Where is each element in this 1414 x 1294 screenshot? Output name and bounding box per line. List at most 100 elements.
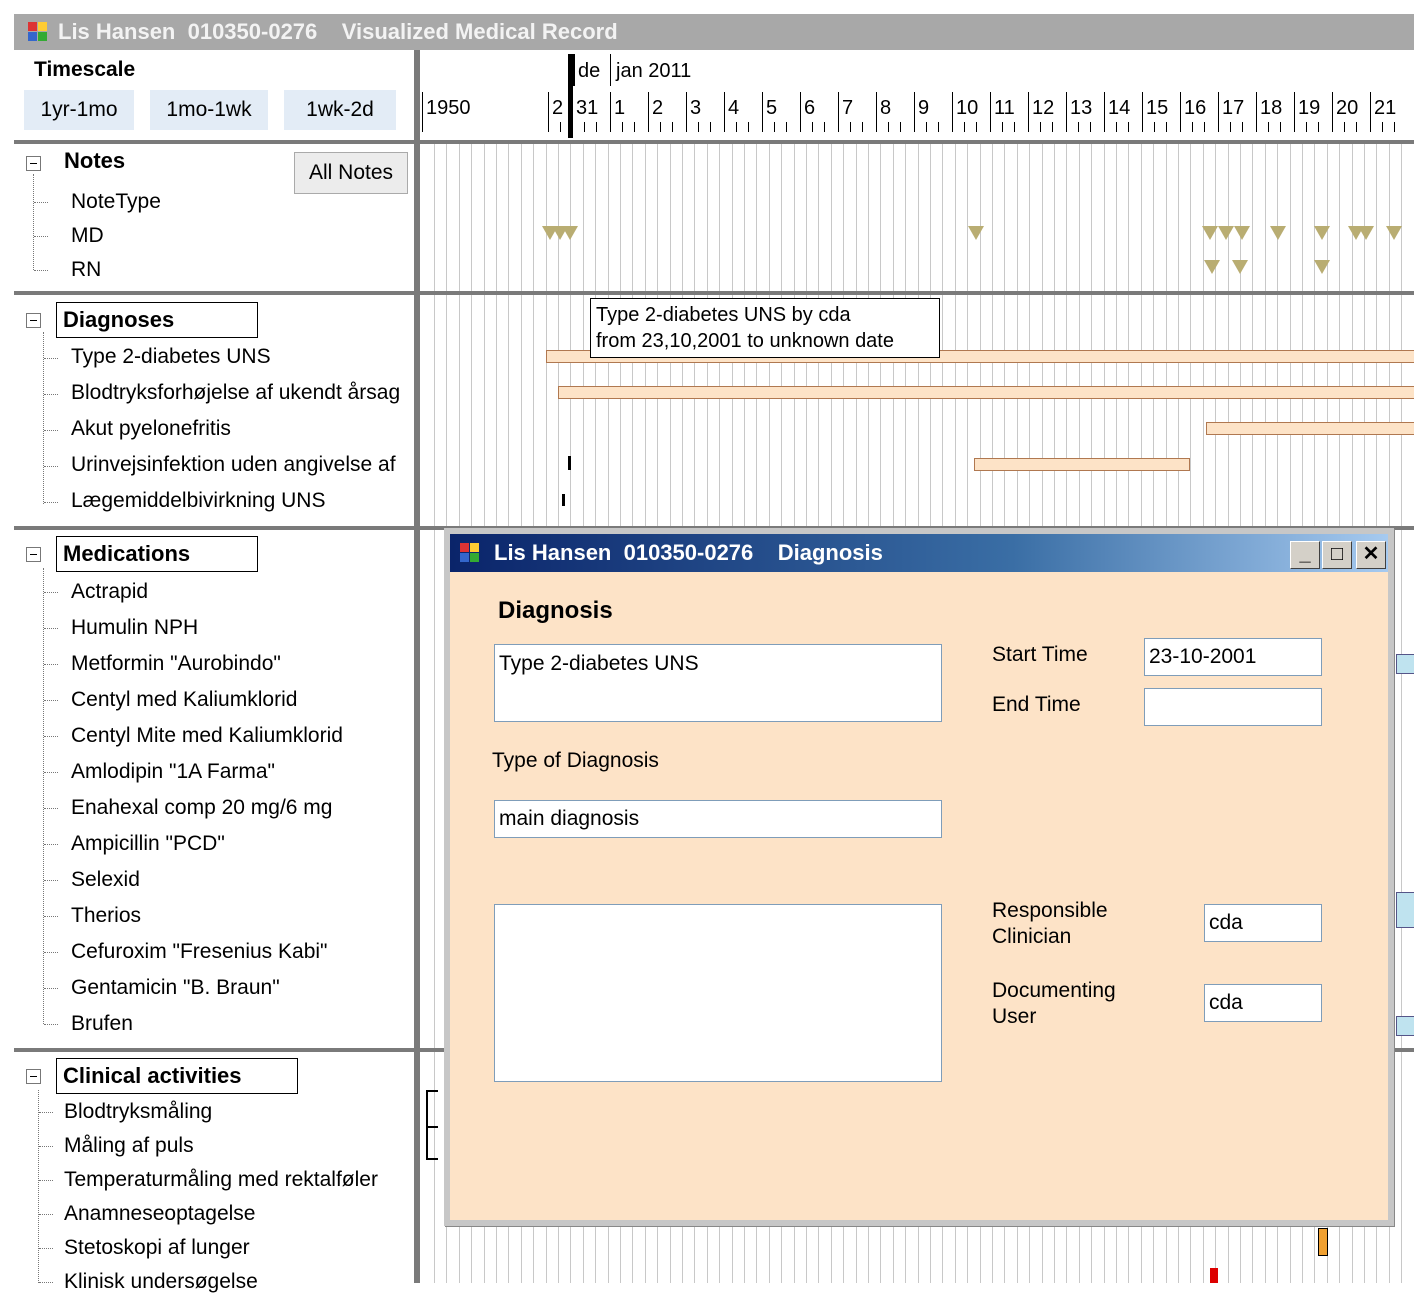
close-button[interactable]: ✕: [1356, 541, 1386, 569]
diagnosis-item[interactable]: Type 2-diabetes UNS: [71, 345, 271, 369]
tooltip-line-2: from 23,10,2001 to unknown date: [596, 330, 894, 352]
medication-item[interactable]: Ampicillin "PCD": [71, 832, 225, 856]
header-tick: [1280, 122, 1281, 132]
note-marker-icon[interactable]: [1232, 260, 1248, 274]
tree-connector: [44, 592, 58, 593]
main-window-title-bar[interactable]: Lis Hansen 010350-0276 Visualized Medica…: [14, 14, 1414, 50]
notes-item-notetype[interactable]: NoteType: [71, 190, 161, 214]
notes-textarea[interactable]: [494, 904, 942, 1082]
note-marker-icon[interactable]: [1270, 226, 1286, 240]
minimize-button[interactable]: _: [1290, 541, 1320, 569]
all-notes-button[interactable]: All Notes: [294, 152, 408, 194]
medication-item[interactable]: Brufen: [71, 1012, 133, 1036]
type-of-diagnosis-field[interactable]: main diagnosis: [494, 800, 942, 838]
header-tick: [926, 122, 927, 132]
medication-item[interactable]: Humulin NPH: [71, 616, 198, 640]
diagnosis-item[interactable]: Lægemiddelbivirkning UNS: [71, 489, 325, 513]
header-tick: [786, 122, 787, 132]
maximize-button[interactable]: □: [1322, 541, 1352, 569]
header-column-line: [1218, 92, 1219, 132]
day-label: 20: [1336, 97, 1359, 119]
diagnosis-bar-pyelonefritis[interactable]: [1206, 422, 1414, 435]
timescale-1mo-1wk-button[interactable]: 1mo-1wk: [150, 90, 268, 130]
activity-mark-bracket[interactable]: [426, 1128, 438, 1160]
diagnosis-item[interactable]: Blodtryksforhøjelse af ukendt årsag: [71, 381, 416, 405]
activity-mark-bracket[interactable]: [426, 1090, 438, 1128]
dialog-title-bar[interactable]: Lis Hansen 010350-0276 Diagnosis _ □ ✕: [450, 534, 1388, 572]
section-divider: [14, 291, 416, 295]
header-column-line: [990, 92, 991, 132]
day-label: 9: [918, 97, 930, 119]
note-marker-icon[interactable]: [562, 226, 578, 240]
diagnosis-item[interactable]: Akut pyelonefritis: [71, 417, 231, 441]
medications-collapse-icon[interactable]: [26, 547, 41, 562]
medication-item[interactable]: Therios: [71, 904, 141, 928]
responsible-clinician-field[interactable]: cda: [1204, 904, 1322, 942]
diagnosis-bar-blodtryk[interactable]: [558, 386, 1414, 399]
documenting-user-field[interactable]: cda: [1204, 984, 1322, 1022]
day-label: 1: [614, 97, 626, 119]
medication-bar-fragment[interactable]: [1396, 1016, 1414, 1036]
diagnosis-marker-uvi-point[interactable]: [568, 456, 571, 470]
tree-connector: [44, 808, 58, 809]
note-marker-icon[interactable]: [1204, 260, 1220, 274]
documenting-user-label-line1: Documenting: [992, 979, 1116, 1002]
diagnosis-bar-urinvejsinfektion[interactable]: [974, 458, 1190, 471]
activity-mark-red[interactable]: [1210, 1268, 1218, 1283]
tree-connector: [33, 174, 34, 270]
note-marker-icon[interactable]: [1386, 226, 1402, 240]
diagnosis-item[interactable]: Urinvejsinfektion uden angivelse af: [71, 453, 416, 477]
header-tick: [1268, 122, 1269, 132]
medication-item[interactable]: Amlodipin "1A Farma": [71, 760, 275, 784]
note-marker-icon[interactable]: [968, 226, 984, 240]
medication-item[interactable]: Cefuroxim "Fresenius Kabi": [71, 940, 328, 964]
clinical-activity-item[interactable]: Stetoskopi af lunger: [64, 1236, 250, 1260]
activity-mark-orange[interactable]: [1318, 1228, 1328, 1256]
note-marker-icon[interactable]: [1314, 226, 1330, 240]
note-marker-icon[interactable]: [1358, 226, 1374, 240]
start-time-field[interactable]: 23-10-2001: [1144, 638, 1322, 676]
diagnosis-name-field[interactable]: Type 2-diabetes UNS: [494, 644, 942, 722]
clinical-activity-item[interactable]: Blodtryksmåling: [64, 1100, 212, 1124]
day-label: 14: [1108, 97, 1131, 119]
tooltip-line-1: Type 2-diabetes UNS by cda: [596, 304, 851, 326]
notes-item-md[interactable]: MD: [71, 224, 104, 248]
clinical-activity-item[interactable]: Klinisk undersøgelse: [64, 1270, 258, 1294]
app-icon: [28, 22, 48, 42]
notes-collapse-icon[interactable]: [26, 156, 41, 171]
header-tick: [634, 122, 635, 132]
medication-item[interactable]: Centyl Mite med Kaliumklorid: [71, 724, 343, 748]
day-label: 16: [1184, 97, 1207, 119]
clinical-activity-item[interactable]: Anamneseoptagelse: [64, 1202, 255, 1226]
medication-item[interactable]: Actrapid: [71, 580, 148, 604]
clinical-activity-item[interactable]: Måling af puls: [64, 1134, 194, 1158]
note-marker-icon[interactable]: [1202, 226, 1218, 240]
header-column-line: [648, 92, 649, 132]
clinical-activities-collapse-icon[interactable]: [26, 1069, 41, 1084]
timescale-1wk-2d-button[interactable]: 1wk-2d: [284, 90, 396, 130]
timescale-1yr-1mo-button[interactable]: 1yr-1mo: [24, 90, 134, 130]
medication-item[interactable]: Gentamicin "B. Braun": [71, 976, 280, 1000]
medication-item[interactable]: Enahexal comp 20 mg/6 mg: [71, 796, 332, 820]
medication-bar-fragment[interactable]: [1396, 892, 1414, 928]
medication-bar-fragment[interactable]: [1396, 654, 1414, 674]
day-label: 6: [804, 97, 816, 119]
tree-connector: [39, 1248, 53, 1249]
header-column-line: [1294, 92, 1295, 132]
day-label: 19: [1298, 97, 1321, 119]
notes-item-rn[interactable]: RN: [71, 258, 101, 282]
note-marker-icon[interactable]: [1314, 260, 1330, 274]
medication-item[interactable]: Centyl med Kaliumklorid: [71, 688, 297, 712]
diagnosis-marker-laegemiddel[interactable]: [562, 494, 565, 506]
clinical-activity-item[interactable]: Temperaturmåling med rektalføler: [64, 1168, 378, 1192]
note-marker-icon[interactable]: [1234, 226, 1250, 240]
header-tick: [560, 122, 561, 132]
month-divider: [573, 54, 575, 86]
header-tick: [976, 122, 977, 132]
end-time-field[interactable]: [1144, 688, 1322, 726]
medication-item[interactable]: Selexid: [71, 868, 140, 892]
diagnoses-collapse-icon[interactable]: [26, 313, 41, 328]
medication-item[interactable]: Metformin "Aurobindo": [71, 652, 281, 676]
note-marker-icon[interactable]: [1218, 226, 1234, 240]
header-tick: [736, 122, 737, 132]
